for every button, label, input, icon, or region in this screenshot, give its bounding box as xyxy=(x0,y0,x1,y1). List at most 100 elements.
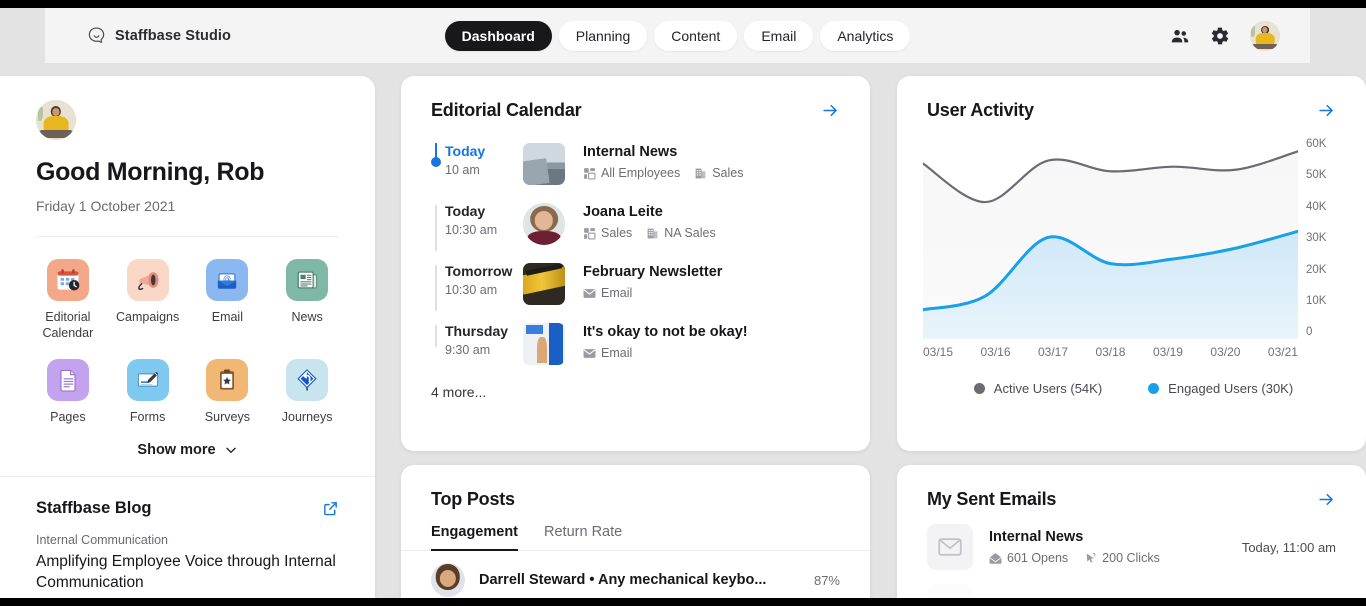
people-icon[interactable] xyxy=(1170,26,1190,46)
y-tick: 50K xyxy=(1306,169,1327,182)
timeline-line xyxy=(435,325,437,347)
more-link[interactable]: 4 more... xyxy=(401,374,870,400)
arrow-right-icon[interactable] xyxy=(1317,490,1336,509)
show-more-label: Show more xyxy=(137,441,216,458)
tag-label: Email xyxy=(601,286,633,300)
calendar-item-body: February Newsletter Email xyxy=(583,263,722,300)
screen: Staffbase Studio Dashboard Planning Cont… xyxy=(0,0,1366,606)
stat-label: 200 Clicks xyxy=(1102,551,1160,565)
tab-content[interactable]: Content xyxy=(654,21,738,51)
arrow-right-icon[interactable] xyxy=(1317,101,1336,120)
app-row-1: Editorial Calendar Campaigns @ Email New… xyxy=(28,259,347,341)
card-header: Top Posts xyxy=(401,465,870,510)
blog-headline[interactable]: Amplifying Employee Voice through Intern… xyxy=(36,552,339,594)
tab-email[interactable]: Email xyxy=(744,21,814,51)
timeline-line xyxy=(435,205,437,251)
app-campaigns[interactable]: Campaigns xyxy=(108,259,188,341)
stat-clicks: 200 Clicks xyxy=(1084,551,1160,565)
calendar-when: Tomorrow 10:30 am xyxy=(431,263,513,311)
tab-analytics[interactable]: Analytics xyxy=(820,21,911,51)
channel-icon xyxy=(695,168,706,178)
post-value: 87% xyxy=(813,572,840,588)
calendar-clock-icon xyxy=(46,259,89,301)
editorial-calendar-card: Editorial Calendar Today 10 am Internal … xyxy=(401,76,870,451)
greeting-avatar[interactable] xyxy=(36,100,76,140)
chart-svg xyxy=(921,150,1300,339)
calendar-day: Today xyxy=(445,203,486,219)
calendar-item-body: Joana Leite Sales NA Sales xyxy=(583,203,716,240)
tag-label: NA Sales xyxy=(664,226,716,240)
y-axis-labels: 60K 50K 40K 30K 20K 10K 0 xyxy=(1306,138,1344,339)
email-timestamp: Today, 11:00 am xyxy=(1241,539,1336,555)
card-title: User Activity xyxy=(927,100,1034,120)
page-title: Good Morning, Rob xyxy=(36,158,265,186)
app-label: Editorial Calendar xyxy=(42,310,94,340)
list-item[interactable]: Tomorrow 10:30 am February Newsletter Em… xyxy=(431,254,840,314)
app-pages[interactable]: Pages xyxy=(28,359,108,426)
brand[interactable]: Staffbase Studio xyxy=(87,26,231,45)
table-row[interactable]: Internal News 601 Opens 200 Clicks Today… xyxy=(897,510,1366,570)
legend-item-engaged-users[interactable]: Engaged Users (30K) xyxy=(1148,381,1293,396)
timeline-dot xyxy=(431,157,441,167)
legend-item-active-users[interactable]: Active Users (54K) xyxy=(973,381,1102,396)
megaphone-icon xyxy=(126,259,169,301)
avatar[interactable] xyxy=(1250,21,1280,51)
chart-area: 60K 50K 40K 30K 20K 10K 0 03/15 03/16 03… xyxy=(897,121,1366,396)
tab-dashboard[interactable]: Dashboard xyxy=(444,21,552,51)
arrow-right-icon[interactable] xyxy=(821,101,840,120)
app-label: Surveys xyxy=(204,410,250,425)
item-tags: Email xyxy=(583,346,748,360)
app-label: Forms xyxy=(129,410,166,425)
user-activity-chart: 60K 50K 40K 30K 20K 10K 0 03/15 03/16 03… xyxy=(921,138,1344,361)
audience-icon xyxy=(584,167,596,179)
external-link-icon[interactable] xyxy=(322,500,339,517)
calendar-time: 10:30 am xyxy=(445,282,498,297)
item-title: Internal News xyxy=(583,144,678,160)
card-header: Editorial Calendar xyxy=(401,76,870,121)
calendar-when: Today 10 am xyxy=(431,143,505,177)
calendar-day: Tomorrow xyxy=(445,263,513,279)
legend-dot xyxy=(1148,383,1160,394)
calendar-when: Today 10:30 am xyxy=(431,203,505,251)
gear-icon[interactable] xyxy=(1210,26,1230,46)
open-envelope-icon xyxy=(989,553,1002,564)
list-item[interactable]: Today 10 am Internal News All Employees … xyxy=(431,134,840,194)
blog-title: Staffbase Blog xyxy=(36,498,152,517)
app-forms[interactable]: Forms xyxy=(108,359,188,426)
app-editorial-calendar[interactable]: Editorial Calendar xyxy=(28,259,108,341)
calendar-day: Today xyxy=(445,143,486,159)
envelope-icon xyxy=(927,524,973,570)
legend-dot xyxy=(973,383,985,394)
road-sign-icon xyxy=(286,359,329,402)
list-item[interactable]: Thursday 9:30 am It's okay to not be oka… xyxy=(431,314,840,374)
x-axis-labels: 03/15 03/16 03/17 03/18 03/19 03/20 03/2… xyxy=(923,345,1298,359)
app-news[interactable]: News xyxy=(267,259,347,341)
form-pen-icon xyxy=(126,359,169,402)
clipboard-star-icon xyxy=(206,359,249,402)
envelope-icon xyxy=(927,584,973,598)
item-title: It's okay to not be okay! xyxy=(583,324,748,340)
table-row[interactable]: Darrell Steward • Any mechanical keybo..… xyxy=(401,551,870,598)
tag-channel: Sales xyxy=(694,166,743,180)
top-nav-tabs: Dashboard Planning Content Email Analyti… xyxy=(45,8,1310,64)
tab-engagement[interactable]: Engagement xyxy=(431,524,519,551)
app-label: Pages xyxy=(50,410,86,425)
app-surveys[interactable]: Surveys xyxy=(188,359,268,426)
tag-label: All Employees xyxy=(601,166,681,180)
email-at-icon: @ xyxy=(206,259,249,301)
app-journeys[interactable]: Journeys xyxy=(267,359,347,426)
envelope-icon xyxy=(583,348,596,358)
brand-name: Staffbase Studio xyxy=(115,27,231,44)
app-email[interactable]: @ Email xyxy=(188,259,268,341)
post-title: Darrell Steward • Any mechanical keybo..… xyxy=(479,572,767,588)
y-tick: 40K xyxy=(1306,200,1327,213)
x-tick: 03/15 xyxy=(923,345,954,359)
tab-return-rate[interactable]: Return Rate xyxy=(544,524,622,551)
blog-category: Internal Communication xyxy=(36,532,169,547)
tab-planning[interactable]: Planning xyxy=(558,21,648,51)
table-row-partial[interactable] xyxy=(897,570,1366,598)
list-item[interactable]: Today 10:30 am Joana Leite Sales NA Sale… xyxy=(431,194,840,254)
y-tick: 30K xyxy=(1306,232,1327,245)
card-header: User Activity xyxy=(897,76,1366,121)
show-more-button[interactable]: Show more xyxy=(28,442,347,458)
